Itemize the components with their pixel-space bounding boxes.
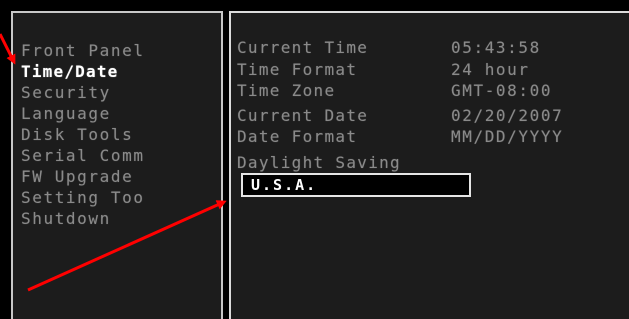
setting-row-time-zone: Time Zone GMT-08:00 [237,80,552,102]
setting-label: Time Zone [237,81,336,100]
setting-row-date-format: Date Format MM/DD/YYYY [237,126,563,148]
setting-label: Time Format [237,60,358,79]
setting-label: Date Format [237,127,358,146]
menu-item-language[interactable]: Language [21,103,145,124]
current-date-value[interactable]: 02/20/2007 [451,105,563,127]
menu-item-setting-tools[interactable]: Setting Too [21,187,145,208]
setting-row-current-time: Current Time 05:43:58 [237,37,541,59]
setting-label: Current Time [237,38,369,57]
menu-item-time-date[interactable]: Time/Date [21,61,145,82]
menu-item-fw-upgrade[interactable]: FW Upgrade [21,166,145,187]
menu-item-serial-comm[interactable]: Serial Comm [21,145,145,166]
setting-label: Daylight Saving [237,153,401,172]
menu-item-shutdown[interactable]: Shutdown [21,208,145,229]
time-zone-value[interactable]: GMT-08:00 [451,80,552,102]
setting-label: Current Date [237,106,369,125]
menu-item-front-panel[interactable]: Front Panel [21,40,145,61]
setting-row-time-format: Time Format 24 hour [237,59,530,81]
current-time-value[interactable]: 05:43:58 [451,37,541,59]
setup-menu-list: Front Panel Time/Date Security Language … [21,40,145,229]
daylight-saving-select[interactable]: U.S.A. [241,173,471,197]
setup-menu-panel: Front Panel Time/Date Security Language … [11,11,223,319]
menu-item-disk-tools[interactable]: Disk Tools [21,124,145,145]
setting-row-current-date: Current Date 02/20/2007 [237,105,563,127]
dvr-setup-screen: Front Panel Time/Date Security Language … [0,0,629,319]
setting-row-daylight-saving: Daylight Saving [237,152,451,174]
menu-item-security[interactable]: Security [21,82,145,103]
date-format-value[interactable]: MM/DD/YYYY [451,126,563,148]
time-date-settings-panel: Current Time 05:43:58 Time Format 24 hour … [229,11,629,319]
time-format-value[interactable]: 24 hour [451,59,530,81]
